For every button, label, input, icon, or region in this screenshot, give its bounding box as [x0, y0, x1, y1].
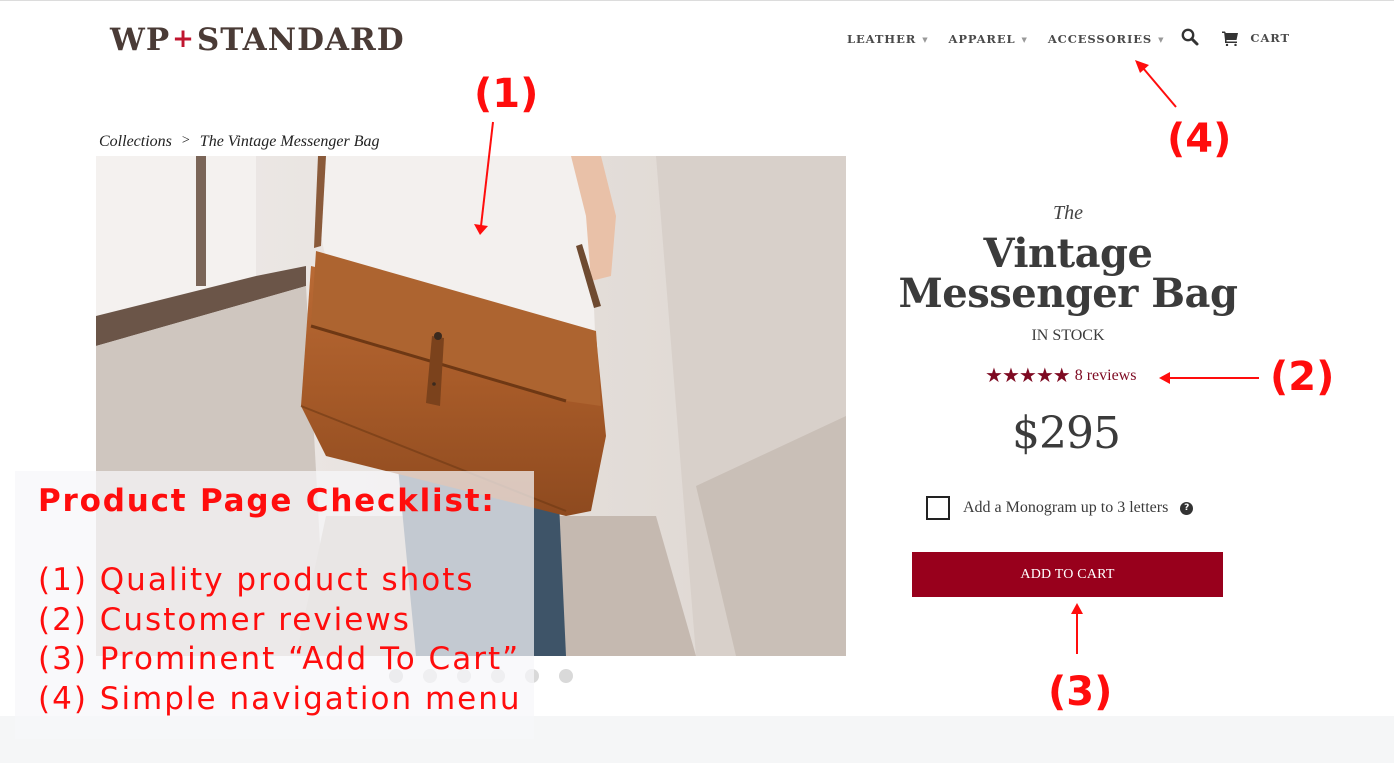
- logo-text-right: STANDARD: [196, 22, 405, 58]
- annotation-marker-1: (1): [474, 71, 539, 117]
- checklist-item: (2) Customer reviews: [38, 601, 411, 638]
- annotation-marker-3: (3): [1048, 669, 1113, 715]
- breadcrumb-collections[interactable]: Collections: [99, 133, 172, 151]
- monogram-option: Add a Monogram up to 3 letters ?: [926, 496, 1194, 520]
- checklist-item: (3) Prominent “Add To Cart”: [38, 641, 521, 677]
- star-icon: ★: [1018, 365, 1037, 387]
- carousel-dot-6[interactable]: [559, 669, 573, 683]
- product-title: Vintage Messenger Bag: [898, 230, 1238, 317]
- breadcrumb-current: The Vintage Messenger Bag: [199, 133, 380, 150]
- checklist: Product Page Checklist: (1) Quality prod…: [38, 481, 522, 719]
- annotation-marker-2: (2): [1270, 354, 1335, 400]
- cart-label: CART: [1250, 31, 1290, 45]
- checklist-title: Product Page Checklist:: [38, 483, 496, 519]
- nav-item-label: APPAREL: [948, 32, 1016, 46]
- question-circle-icon[interactable]: ?: [1180, 501, 1194, 515]
- checklist-item: (4) Simple navigation menu: [38, 680, 522, 717]
- checklist-item: (1) Quality product shots: [38, 562, 475, 598]
- breadcrumb-separator: >: [181, 133, 190, 148]
- arrow-2-head: [1159, 372, 1170, 384]
- product-price: $295: [1012, 408, 1121, 459]
- caret-down-icon: ▼: [1158, 34, 1165, 44]
- breadcrumb: Collections > The Vintage Messenger Bag: [99, 133, 379, 151]
- arrow-3-head: [1071, 603, 1083, 614]
- monogram-checkbox[interactable]: [926, 496, 950, 520]
- rating-stars: ★ ★ ★ ★ ★: [985, 365, 1071, 387]
- star-icon: ★: [985, 365, 1003, 387]
- logo-plus: +: [172, 24, 195, 54]
- nav-item-leather[interactable]: LEATHER ▼: [847, 32, 929, 46]
- checklist-items: (1) Quality product shots (2) Customer r…: [38, 561, 522, 719]
- main-nav: LEATHER ▼ APPAREL ▼ ACCESSORIES ▼ CART: [847, 28, 1290, 50]
- stock-status: IN STOCK: [1031, 327, 1105, 344]
- site-logo[interactable]: WP + STANDARD: [110, 22, 405, 58]
- arrow-4-line: [1142, 67, 1177, 108]
- caret-down-icon: ▼: [922, 34, 929, 44]
- nav-item-accessories[interactable]: ACCESSORIES ▼: [1048, 32, 1165, 46]
- star-icon: ★: [1035, 365, 1054, 387]
- cart-icon: [1222, 31, 1239, 46]
- nav-item-label: ACCESSORIES: [1047, 32, 1153, 46]
- add-to-cart-button[interactable]: ADD TO CART: [912, 552, 1223, 597]
- reviews-link[interactable]: 8 reviews: [1075, 367, 1137, 385]
- arrow-4-head: [1135, 60, 1149, 73]
- product-pre-title: The: [1053, 202, 1083, 224]
- nav-item-apparel[interactable]: APPAREL ▼: [949, 32, 1028, 46]
- annotation-marker-4: (4): [1167, 116, 1232, 162]
- top-border: [0, 0, 1394, 1]
- nav-item-label: LEATHER: [847, 32, 917, 46]
- caret-down-icon: ▼: [1021, 34, 1028, 44]
- star-icon: ★: [1001, 365, 1020, 387]
- star-icon: ★: [1052, 365, 1071, 387]
- product-rating[interactable]: ★ ★ ★ ★ ★ 8 reviews: [985, 366, 1136, 386]
- logo-text-left: WP: [110, 22, 171, 58]
- monogram-label: Add a Monogram up to 3 letters: [963, 499, 1169, 516]
- cart-link[interactable]: CART: [1222, 30, 1290, 46]
- search-icon[interactable]: [1180, 27, 1200, 47]
